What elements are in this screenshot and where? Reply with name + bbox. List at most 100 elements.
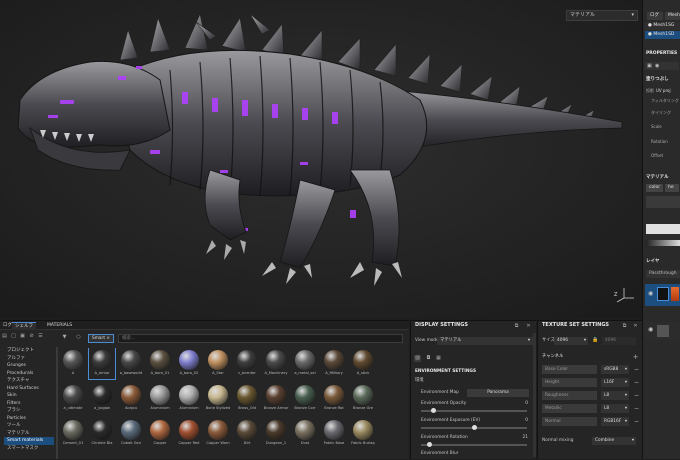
category-item[interactable]: Particles [4, 415, 54, 423]
channel-name[interactable]: Roughness [542, 391, 597, 400]
material-tile[interactable]: Brass_Old [234, 383, 260, 414]
env-row-value[interactable]: 0 [525, 401, 528, 406]
tab-shelf[interactable]: シェルフ [12, 322, 36, 330]
category-item[interactable]: マテリアル [4, 430, 54, 438]
channel-row[interactable]: Base Color sRGB8 ▾ − [542, 365, 664, 375]
channel-name[interactable]: Metallic [542, 404, 597, 413]
channel-name[interactable]: Normal [542, 417, 597, 426]
material-tile[interactable]: Dirt [234, 418, 260, 449]
height-channel-button[interactable]: he [665, 184, 679, 192]
brush-icon[interactable]: ▣ [647, 62, 652, 70]
env-row-value[interactable]: 0 [525, 418, 528, 423]
layer-row-selected[interactable]: ◉ [645, 284, 680, 306]
material-tile[interactable]: a_ultimate [60, 383, 86, 414]
remove-channel-icon[interactable]: − [634, 417, 639, 426]
grid-icon[interactable]: ▦ [435, 355, 442, 362]
category-scrollbar[interactable] [56, 347, 58, 459]
material-tile[interactable]: A_bora_02 [176, 348, 202, 379]
close-icon[interactable]: ✕ [525, 323, 532, 330]
channel-row[interactable]: Normal RGB16F ▾ − [542, 417, 664, 427]
material-tile[interactable]: Copper Worn [205, 418, 231, 449]
material-tile[interactable]: Copper [147, 418, 173, 449]
size-dropdown[interactable]: 4096 ▾ [554, 337, 588, 345]
texture-set-item-selected[interactable]: ● Mesh1SD [645, 31, 680, 39]
material-tile[interactable]: Dust [292, 418, 318, 449]
viewport-mode-dropdown[interactable]: マテリアル ▾ [566, 10, 638, 21]
material-tile[interactable]: Dungeon_1 [263, 418, 289, 449]
remove-channel-icon[interactable]: − [634, 391, 639, 400]
channel-format-dropdown[interactable]: L16F ▾ [601, 378, 629, 387]
slider-knob[interactable] [471, 425, 477, 430]
filter-icon[interactable]: ▼ [61, 334, 68, 341]
material-tile[interactable]: c_bcenter [234, 348, 260, 379]
material-tile[interactable]: A_armor [88, 348, 116, 380]
material-tile[interactable]: Bronze Armor [263, 383, 289, 414]
category-item[interactable]: プロジェクト [4, 347, 54, 355]
material-tile[interactable]: Cement_01 [60, 418, 86, 449]
view-mode-dropdown[interactable]: マテリアル ▾ [437, 337, 533, 345]
tab-materials[interactable]: MATERIALS [44, 322, 75, 330]
env-map-button[interactable]: Panorama [467, 389, 529, 397]
remove-channel-icon[interactable]: − [634, 365, 639, 374]
save-icon[interactable]: ▣ [19, 333, 26, 340]
category-item[interactable]: Skin [4, 392, 54, 400]
category-item[interactable]: テクスチャ [4, 377, 54, 385]
camera-icon[interactable]: ◘ [425, 355, 432, 362]
category-item[interactable]: Grunges [4, 362, 54, 370]
channel-format-dropdown[interactable]: sRGB8 ▾ [601, 365, 629, 374]
projection-value[interactable]: UV proj [656, 88, 671, 93]
env-row-slider[interactable] [421, 408, 527, 413]
material-tile[interactable]: A [60, 348, 86, 379]
material-tile[interactable]: A_Military [321, 348, 347, 379]
category-item[interactable]: スマートマスク [4, 445, 54, 453]
channel-format-dropdown[interactable]: L8 ▾ [601, 404, 629, 413]
env-row-slider[interactable] [421, 442, 527, 447]
channel-name[interactable]: Base Color [542, 365, 597, 374]
hide-icon[interactable]: ⊘ [28, 333, 35, 340]
material-tile[interactable]: Bone Stylized [205, 383, 231, 414]
image-icon[interactable]: ▨ [414, 355, 421, 362]
material-tile[interactable]: A_Machinery [263, 348, 289, 379]
normal-mixing-dropdown[interactable]: Combine ▾ [592, 437, 636, 445]
log-tab[interactable]: ログ [647, 12, 663, 20]
material-tile[interactable]: A_stick [350, 348, 376, 379]
material-tile[interactable]: a_yogow [89, 383, 115, 414]
slider-knob[interactable] [431, 408, 437, 413]
material-tile[interactable]: Fabric Burlap [350, 418, 376, 449]
material-tile[interactable]: Aluminium [147, 383, 173, 414]
blend-mode-dropdown[interactable]: Passthrough [646, 270, 680, 278]
material-tile[interactable]: a_metal_sel [292, 348, 318, 379]
popout-icon[interactable]: ⧉ [621, 323, 628, 330]
gradient-bar[interactable] [646, 240, 680, 246]
category-item[interactable]: アルファ [4, 355, 54, 363]
category-item[interactable]: Hard Surfaces [4, 385, 54, 393]
channel-row[interactable]: Height L16F ▾ − [542, 378, 664, 388]
layer-row[interactable]: ◉ [645, 322, 680, 340]
material-tile[interactable]: Cobalt Gen [118, 418, 144, 449]
slider-knob[interactable] [427, 442, 433, 447]
3d-viewport[interactable] [0, 0, 642, 318]
mesh-tab[interactable]: Mesh1SD [665, 12, 680, 20]
category-item[interactable]: ブラシ [4, 407, 54, 415]
color-swatch[interactable] [646, 224, 680, 234]
category-item-selected[interactable]: Smart materials [4, 437, 54, 445]
remove-channel-icon[interactable]: − [634, 404, 639, 413]
popout-icon[interactable]: ⧉ [513, 323, 520, 330]
close-icon[interactable]: ✕ [632, 323, 639, 330]
material-icon[interactable]: ◉ [655, 62, 659, 70]
material-preview[interactable] [646, 196, 680, 208]
texture-set-item[interactable]: ● Mesh1SG [645, 22, 680, 30]
filter-chip[interactable]: Smart × [88, 334, 114, 343]
channel-row[interactable]: Metallic L8 ▾ − [542, 404, 664, 414]
eye-icon[interactable]: ◉ [648, 326, 653, 333]
material-tile[interactable]: Chrome Bla [89, 418, 115, 449]
channel-format-dropdown[interactable]: L8 ▾ [601, 391, 629, 400]
search-input[interactable] [118, 334, 403, 343]
add-channel-icon[interactable]: + [632, 354, 639, 361]
folder-icon[interactable]: ▤ [1, 333, 8, 340]
material-tile[interactable]: Aluminium [176, 383, 202, 414]
material-tile[interactable]: A_bora_01 [147, 348, 173, 379]
material-tile[interactable]: Bronze Corr [292, 383, 318, 414]
import-icon[interactable]: □ [10, 333, 17, 340]
channel-row[interactable]: Roughness L8 ▾ − [542, 391, 664, 401]
